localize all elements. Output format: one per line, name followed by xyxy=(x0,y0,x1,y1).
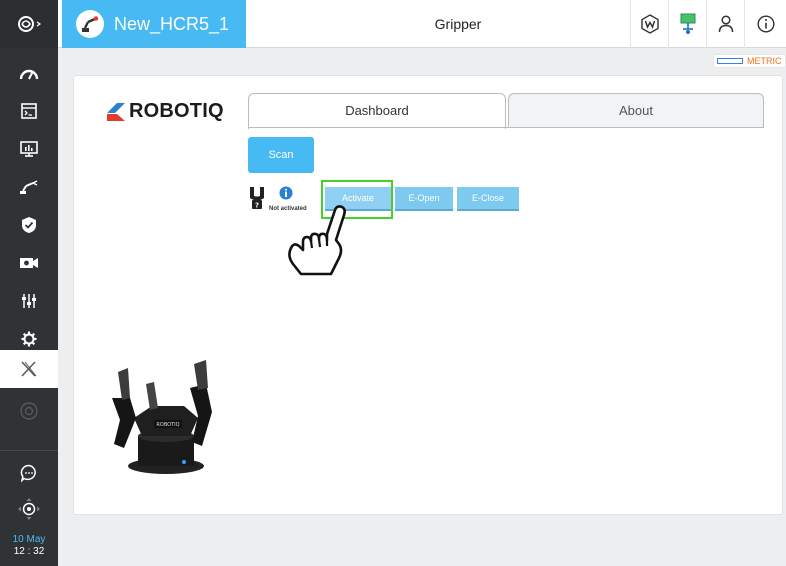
settings-gear-icon xyxy=(21,331,37,347)
user-button[interactable] xyxy=(706,0,744,48)
clock: 10 May 12 : 32 xyxy=(0,530,58,566)
plugin-x-icon xyxy=(21,361,37,377)
info-icon xyxy=(756,15,775,33)
page-title: Gripper xyxy=(434,16,482,32)
header-bar: New_HCR5_1 Gripper xyxy=(58,0,786,48)
scan-button[interactable]: Scan xyxy=(248,137,314,173)
robot-project-icon xyxy=(76,10,104,38)
sidebar-item-safety[interactable] xyxy=(0,206,58,244)
ruler-icon xyxy=(717,58,743,64)
pointing-hand-icon xyxy=(288,205,346,276)
sidebar-item-jog[interactable] xyxy=(0,490,58,528)
speedometer-icon xyxy=(19,69,39,80)
sidebar-divider xyxy=(0,450,58,451)
robotiq-logo: ROBOTIQ xyxy=(106,100,224,123)
brand-name: ROBOTIQ xyxy=(129,100,224,122)
app-logo-icon xyxy=(18,16,42,32)
sidebar-item-program[interactable] xyxy=(0,92,58,130)
date-label: 10 May xyxy=(12,534,46,545)
units-badge[interactable]: METRIC xyxy=(713,54,786,68)
e-close-button[interactable]: E-Close xyxy=(457,187,519,211)
e-open-button[interactable]: E-Open xyxy=(395,187,453,211)
sliders-icon xyxy=(22,294,36,308)
sidebar-item-camera[interactable] xyxy=(0,244,58,282)
sidebar-item-io[interactable] xyxy=(0,282,58,320)
tab-dashboard[interactable]: Dashboard xyxy=(248,93,506,129)
time-label: 12 : 32 xyxy=(13,546,45,557)
wizard-button[interactable] xyxy=(630,0,668,48)
user-icon xyxy=(718,15,733,33)
sidebar: 10 May 12 : 32 xyxy=(0,0,58,566)
sidebar-item-monitor[interactable] xyxy=(0,130,58,168)
network-monitor-icon xyxy=(680,13,695,34)
info-circle-icon xyxy=(279,186,293,200)
connection-status-button[interactable] xyxy=(668,0,706,48)
svg-text:?: ? xyxy=(255,202,259,210)
jog-control-icon xyxy=(18,498,40,520)
sidebar-item-robot[interactable] xyxy=(0,168,58,206)
sidebar-item-target[interactable] xyxy=(0,392,58,430)
svg-text:ROBOTIQ: ROBOTIQ xyxy=(156,422,179,428)
program-icon xyxy=(21,103,37,119)
target-icon xyxy=(20,402,38,420)
sidebar-item-plugins[interactable] xyxy=(0,350,58,388)
sidebar-item-dashboard[interactable] xyxy=(0,54,58,92)
tab-divider xyxy=(248,127,764,128)
gripper-panel: ROBOTIQ Dashboard About Scan ? Not activ… xyxy=(73,75,783,515)
robotiq-mark-icon xyxy=(107,102,125,121)
wizard-w-icon xyxy=(640,14,659,34)
camera-icon xyxy=(20,258,38,268)
tab-about[interactable]: About xyxy=(508,93,764,127)
units-label: METRIC xyxy=(747,56,782,66)
gripper-status-icon: ? xyxy=(250,187,264,210)
project-tab[interactable]: New_HCR5_1 xyxy=(62,0,246,48)
gripper-product-image: ROBOTIQ xyxy=(112,360,212,474)
safety-shield-icon xyxy=(22,217,36,233)
app-logo[interactable] xyxy=(0,0,58,48)
project-name: New_HCR5_1 xyxy=(114,13,230,34)
chat-bubble-icon xyxy=(20,464,36,482)
sidebar-item-chat[interactable] xyxy=(0,454,58,492)
robot-arm-icon xyxy=(20,180,38,194)
monitor-icon xyxy=(20,141,38,157)
info-button[interactable] xyxy=(744,0,786,48)
